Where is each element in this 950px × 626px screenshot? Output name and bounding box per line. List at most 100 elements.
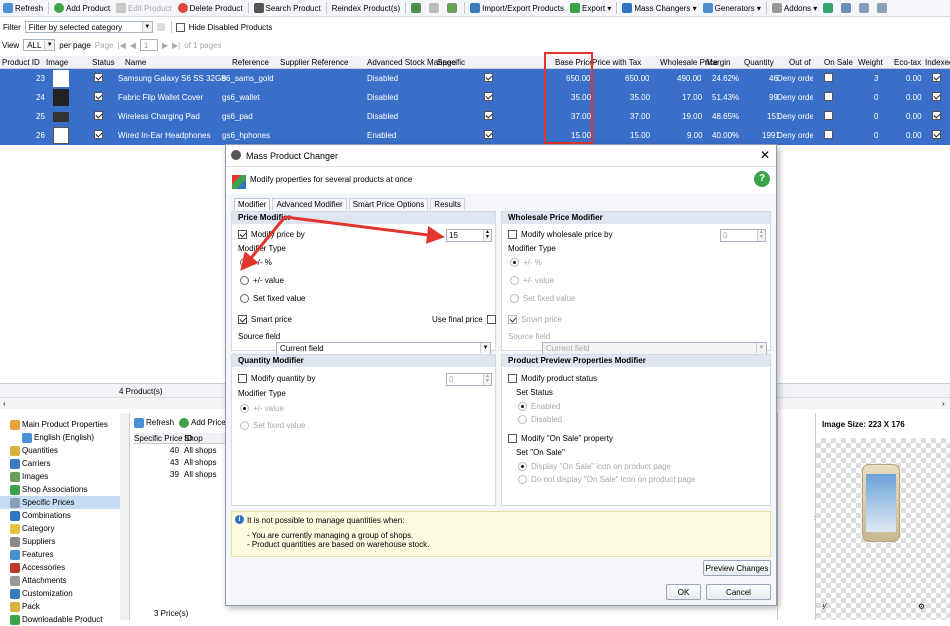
indexed-checkbox[interactable] — [932, 130, 941, 139]
tree-item[interactable]: Features — [0, 548, 120, 561]
tree-item[interactable]: Pack — [0, 600, 120, 613]
status-enabled-radio[interactable] — [518, 402, 527, 411]
columns-icon-button[interactable] — [856, 3, 874, 13]
column-header[interactable]: Quantity — [744, 58, 774, 67]
status-checkbox[interactable] — [94, 73, 103, 82]
display-on-sale-radio[interactable] — [518, 462, 527, 471]
prev-page-icon[interactable]: ◀ — [130, 41, 136, 50]
column-header[interactable]: Specific — [437, 58, 465, 67]
quantity-modifier-value[interactable]: 0 ▲ ▼ — [446, 373, 492, 386]
column-header[interactable]: Weight — [858, 58, 883, 67]
addons-button[interactable]: Addons ▾ — [769, 3, 820, 13]
status-checkbox[interactable] — [94, 111, 103, 120]
modify-status-checkbox[interactable] — [508, 374, 517, 383]
on-sale-checkbox[interactable] — [824, 92, 833, 101]
edit-product-button[interactable]: Edit Product — [113, 3, 175, 13]
tab-modifier[interactable]: Modifier — [234, 198, 271, 210]
spinner-icon[interactable]: ▲ ▼ — [483, 230, 491, 241]
price-modifier-value[interactable]: 15 ▲ ▼ — [446, 229, 492, 242]
sub-refresh-button[interactable]: Refresh — [134, 418, 174, 428]
status-checkbox[interactable] — [94, 130, 103, 139]
splitter[interactable]: › — [777, 413, 817, 620]
value-radio[interactable] — [240, 276, 249, 285]
use-final-price-checkbox[interactable] — [486, 315, 496, 324]
status-checkbox[interactable] — [94, 92, 103, 101]
quantity-value-radio[interactable] — [240, 404, 249, 413]
ok-button[interactable]: OK — [666, 584, 701, 600]
hide-on-sale-radio[interactable] — [518, 475, 527, 484]
tree-item[interactable]: Customization — [0, 587, 120, 600]
page-input[interactable]: 1 — [139, 39, 158, 51]
table-row[interactable]: 23 Samsung Galaxy S6 SS 32GB G920 G s6_s… — [0, 69, 950, 88]
clear-filter-icon[interactable] — [156, 23, 165, 31]
on-sale-checkbox[interactable] — [824, 73, 833, 82]
filter-icon-button[interactable] — [874, 3, 892, 13]
tree-scrollbar[interactable] — [120, 413, 129, 620]
column-header[interactable]: Out of S — [789, 58, 811, 67]
scroll-left-icon[interactable]: ‹ — [3, 399, 6, 408]
table-row[interactable]: 39 All shops — [134, 469, 226, 481]
generators-button[interactable]: Generators ▾ — [700, 3, 764, 13]
first-page-icon[interactable]: |◀ — [117, 41, 125, 50]
column-header[interactable]: Eco-tax — [894, 58, 921, 67]
reindex-button[interactable]: Reindex Product(s) — [329, 4, 403, 13]
tree-item[interactable]: Images — [0, 470, 120, 483]
grid-icon-button[interactable] — [408, 3, 426, 13]
settings-icon-button[interactable] — [820, 3, 838, 13]
tree-item[interactable]: Specific Prices — [0, 496, 120, 509]
add-product-button[interactable]: Add Product — [51, 3, 113, 13]
column-header[interactable]: Indexed — [925, 58, 950, 67]
column-header[interactable]: Margin — [706, 58, 730, 67]
search-product-button[interactable]: Search Product — [251, 3, 324, 13]
tree-item[interactable]: Category — [0, 522, 120, 535]
wholesale-value-radio[interactable] — [510, 276, 519, 285]
spinner-icon[interactable]: ▲ ▼ — [483, 374, 491, 385]
wholesale-modifier-value[interactable]: 0 ▲ ▼ — [720, 229, 766, 242]
tree-item[interactable]: English (English) — [0, 431, 120, 444]
tab-advanced-modifier[interactable]: Advanced Modifier — [272, 198, 347, 210]
tree-item[interactable]: Combinations — [0, 509, 120, 522]
table-row[interactable]: 25 Wireless Charging Pad gs6_pad Disable… — [0, 107, 950, 126]
column-header[interactable]: Price with Tax — [592, 58, 641, 67]
category-filter-select[interactable]: Filter by selected category ▼ — [24, 21, 153, 33]
indexed-checkbox[interactable] — [932, 73, 941, 82]
table-row[interactable]: 24 Fabric Flip Wallet Cover gs6_wallet D… — [0, 88, 950, 107]
tree-item[interactable]: Attachments — [0, 574, 120, 587]
specific-checkbox[interactable] — [484, 92, 493, 101]
modify-wholesale-checkbox[interactable] — [508, 230, 517, 239]
table-row[interactable]: 40 All shops — [134, 445, 226, 457]
spinner-icon[interactable]: ▲ ▼ — [757, 230, 765, 241]
copy-icon-button[interactable] — [426, 3, 444, 13]
specific-checkbox[interactable] — [484, 111, 493, 120]
column-header[interactable]: On Sale — [824, 58, 853, 67]
tab-results[interactable]: Results — [430, 198, 465, 210]
image-counter-icon[interactable]: ¹⁄ — [822, 602, 826, 611]
specific-checkbox[interactable] — [484, 73, 493, 82]
mass-changers-button[interactable]: Mass Changers ▾ — [619, 3, 699, 13]
preview-changes-button[interactable]: Preview Changes — [703, 560, 771, 576]
modify-on-sale-checkbox[interactable] — [508, 434, 517, 443]
layout-icon-button[interactable] — [838, 3, 856, 13]
refresh-button[interactable]: Refresh — [0, 3, 46, 13]
on-sale-checkbox[interactable] — [824, 130, 833, 139]
wholesale-fixed-radio[interactable] — [510, 294, 519, 303]
tree-item[interactable]: Accessories — [0, 561, 120, 574]
wholesale-percent-radio[interactable] — [510, 258, 519, 267]
help-icon[interactable]: ? — [754, 171, 770, 187]
paste-icon-button[interactable] — [444, 3, 462, 13]
column-header[interactable]: Supplier Reference — [280, 58, 348, 67]
fixed-value-radio[interactable] — [240, 294, 249, 303]
status-disabled-radio[interactable] — [518, 415, 527, 424]
tree-item[interactable]: Carriers — [0, 457, 120, 470]
tree-item[interactable]: Main Product Properties — [0, 418, 120, 431]
per-page-select[interactable]: ALL ▼ — [23, 39, 56, 51]
column-header[interactable]: Status — [92, 58, 115, 67]
export-button[interactable]: Export ▾ — [567, 3, 614, 13]
tree-item[interactable]: Quantities — [0, 444, 120, 457]
image-options-icon[interactable]: ⚙ — [918, 602, 925, 611]
table-row[interactable]: 43 All shops — [134, 457, 226, 469]
smart-price-checkbox[interactable] — [238, 315, 247, 324]
modify-price-checkbox[interactable] — [238, 230, 247, 239]
percent-radio[interactable] — [240, 258, 249, 267]
indexed-checkbox[interactable] — [932, 92, 941, 101]
